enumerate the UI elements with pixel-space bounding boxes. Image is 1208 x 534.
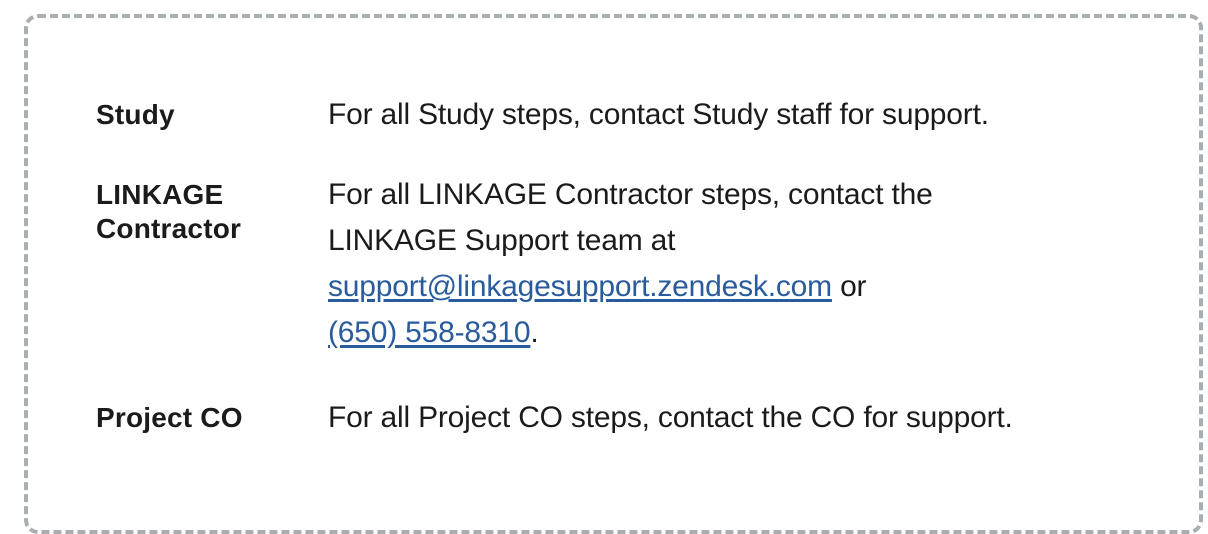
role-description-linkage-contractor: For all LINKAGE Contractor steps, contac… — [328, 172, 1148, 356]
support-row-study: Study For all Study steps, contact Study… — [96, 92, 1148, 138]
support-email-link[interactable]: support@linkagesupport.zendesk.com — [328, 270, 832, 303]
role-label-project-co: Project CO — [96, 402, 243, 433]
support-row-linkage-contractor: LINKAGE Contractor For all LINKAGE Contr… — [96, 172, 1148, 356]
role-label-line-2: Contractor — [96, 213, 242, 244]
description-line-1: For all LINKAGE Contractor steps, contac… — [328, 178, 933, 211]
support-phone-link[interactable]: (650) 558-8310 — [328, 316, 531, 349]
or-text: or — [831, 270, 867, 303]
role-label-linkage-contractor: LINKAGE Contractor — [96, 172, 328, 356]
role-description-study: For all Study steps, contact Study staff… — [328, 98, 989, 131]
description-line-2: LINKAGE Support team at — [328, 224, 676, 257]
role-label-line-1: LINKAGE — [96, 179, 224, 210]
role-label-study: Study — [96, 99, 175, 130]
trailing-period: . — [530, 316, 539, 349]
support-row-project-co: Project CO For all Project CO steps, con… — [96, 395, 1148, 441]
role-description-project-co: For all Project CO steps, contact the CO… — [328, 401, 1013, 434]
